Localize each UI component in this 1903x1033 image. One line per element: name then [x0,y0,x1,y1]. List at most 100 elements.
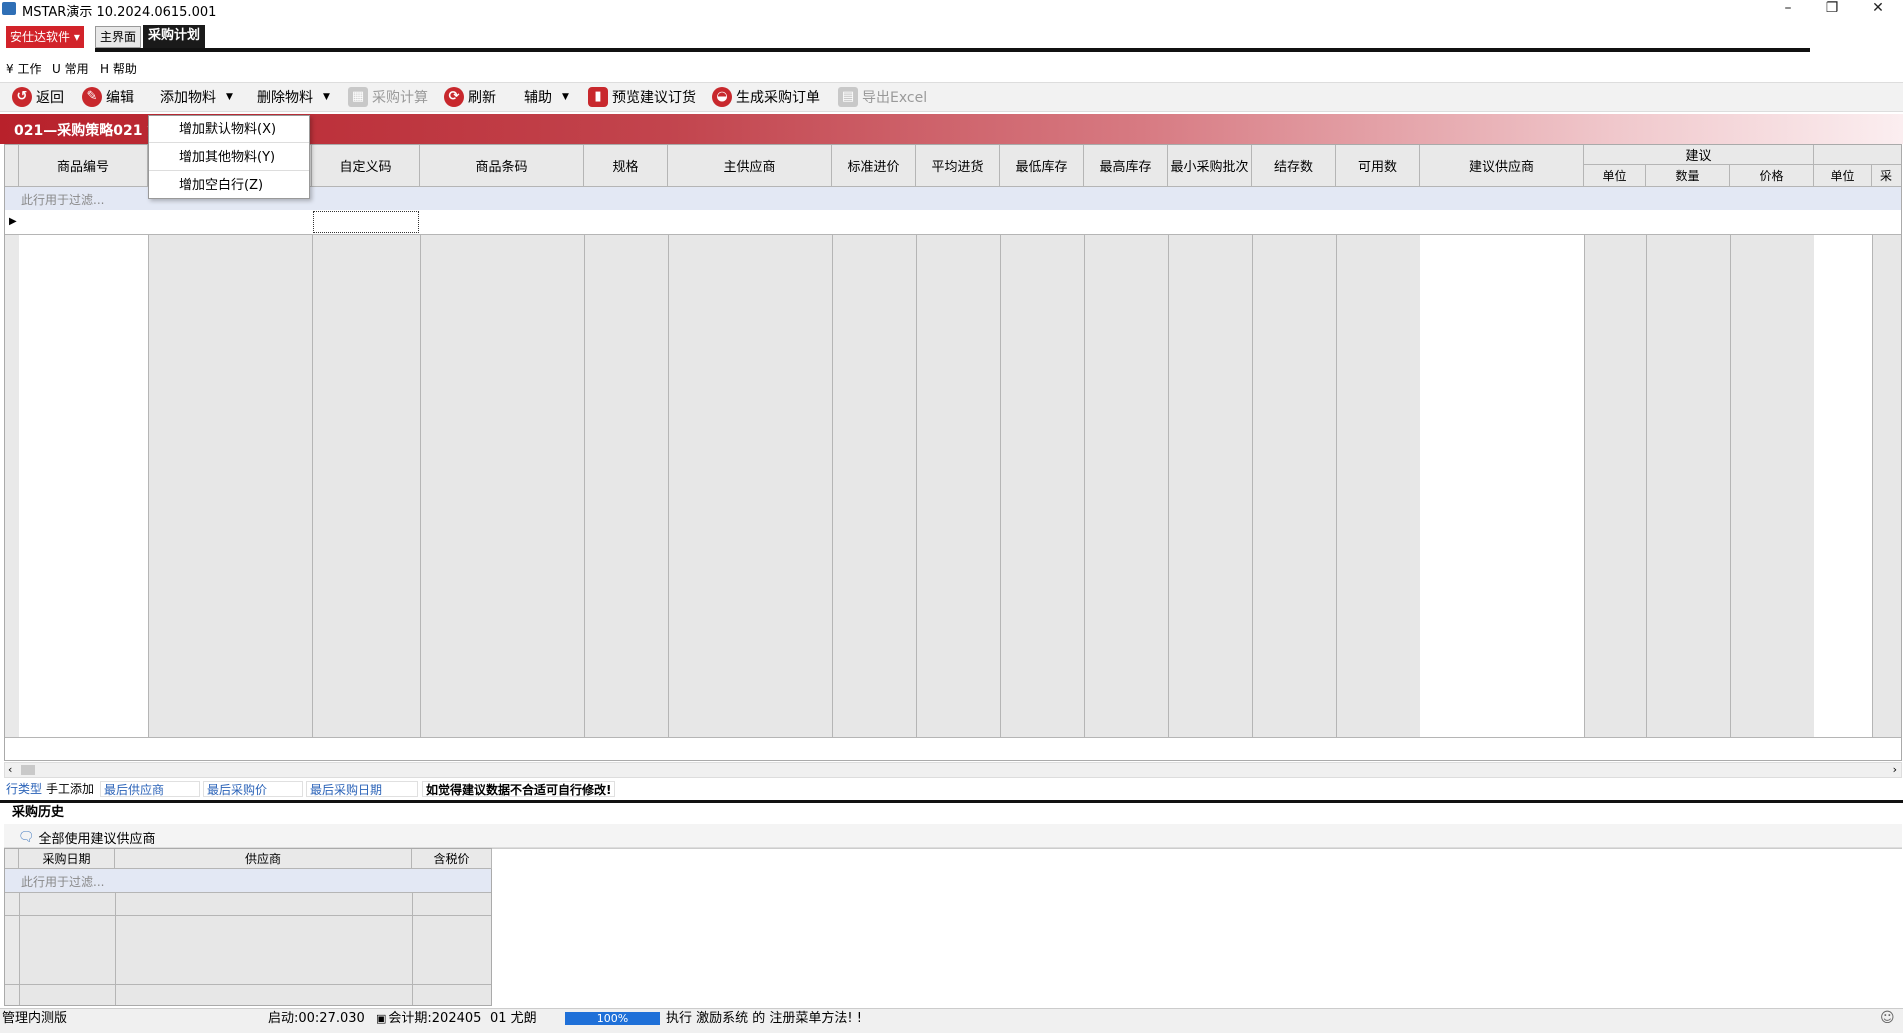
row-pointer-icon: ▶ [9,216,17,227]
minimize-button[interactable]: – [1766,0,1810,18]
header-available[interactable]: 可用数 [1336,145,1420,187]
export-excel-button[interactable]: ▤ 导出Excel [838,85,927,109]
header-main-supplier[interactable]: 主供应商 [668,145,832,187]
header-avg-purchase[interactable]: 平均进货 [916,145,1000,187]
history-grid[interactable]: 此行用于过滤... 采购日期 供应商 含税价 [4,848,493,1006]
header-unit[interactable]: 单位 [1584,165,1646,187]
tab-purchase-plan[interactable]: 采购计划 [143,25,205,48]
edit-button[interactable]: ✎ 编辑 [82,85,134,109]
pencil-icon: ✎ [82,87,102,107]
column-body [1730,145,1815,760]
header-supplier[interactable]: 供应商 [115,849,412,869]
export-label: 导出Excel [862,90,928,106]
header-price[interactable]: 价格 [1730,165,1814,187]
header-standard-price[interactable]: 标准进价 [832,145,916,187]
chevron-down-icon: ▼ [562,92,569,102]
delete-material-button[interactable]: 删除物料 ▼ [257,85,330,109]
back-button[interactable]: ↺ 返回 [12,85,64,109]
history-divider [0,800,1903,803]
menu-work[interactable]: ¥ 工作 [6,60,41,77]
delete-material-label: 删除物料 [257,90,313,106]
header-group-empty [1814,145,1901,165]
window-title: MSTAR演示 10.2024.0615.001 [22,5,217,20]
header-unit-2[interactable]: 单位 [1814,165,1872,187]
row-indicator-column [5,145,20,760]
filter-placeholder[interactable]: 此行用于过滤... [21,873,104,890]
close-button[interactable]: ✕ [1856,0,1900,18]
title-bar [0,0,1903,18]
cart-icon: ◒ [712,87,732,107]
column-body [1168,145,1253,760]
column-body [312,145,421,760]
brand-menu[interactable]: 安仕达软件 ▾ [6,26,84,48]
add-material-dropdown: 增加默认物料(X) 增加其他物料(Y) 增加空白行(Z) [148,115,310,199]
last-date-label: 最后采购日期 [306,781,418,797]
chevron-down-icon: ▼ [323,92,330,102]
header-suggested-supplier[interactable]: 建议供应商 [1420,145,1584,187]
column-body [420,145,585,760]
column-body [148,145,313,760]
add-material-button[interactable]: 添加物料 ▼ [160,85,233,109]
table-row[interactable] [5,210,1901,235]
menu-item-add-other[interactable]: 增加其他物料(Y) [149,144,309,171]
menu-item-add-blank[interactable]: 增加空白行(Z) [149,172,309,199]
generate-order-button[interactable]: ◒ 生成采购订单 [712,85,820,109]
excel-icon: ▤ [838,87,858,107]
header-purchase-date[interactable]: 采购日期 [19,849,115,869]
column-body [832,145,917,760]
header-corner [5,145,19,187]
last-supplier-label: 最后供应商 [100,781,200,797]
header-tax-price[interactable]: 含税价 [412,849,492,869]
horizontal-scrollbar[interactable]: ‹ › [4,762,1902,778]
header-balance[interactable]: 结存数 [1252,145,1336,187]
assist-label: 辅助 [524,90,552,106]
column-body [1336,145,1421,760]
summary-row [5,737,1901,760]
header-barcode[interactable]: 商品条码 [420,145,584,187]
menu-item-add-default[interactable]: 增加默认物料(X) [149,116,309,143]
preview-order-button[interactable]: ▮ 预览建议订货 [588,85,696,109]
filter-placeholder[interactable]: 此行用于过滤... [21,191,104,208]
row-type-label: 行类型 [6,782,43,796]
focused-cell[interactable] [313,211,419,233]
back-label: 返回 [36,90,64,106]
calculator-icon: ▦ [348,87,368,107]
scroll-right-icon[interactable]: › [1893,763,1897,776]
refresh-button[interactable]: ⟳ 刷新 [444,85,496,109]
column-body [584,145,669,760]
header-group-suggestion: 建议 [1584,145,1814,165]
column-body [1084,145,1169,760]
header-purchase-truncated[interactable]: 采 [1872,165,1901,187]
restore-button[interactable]: ❐ [1810,0,1854,18]
header-max-stock[interactable]: 最高库存 [1084,145,1168,187]
header-min-batch[interactable]: 最小采购批次 [1168,145,1252,187]
plan-grid[interactable]: 此行用于过滤... ▶ 商品编号 自定义码 商品条码 规格 主供应商 标准进价 … [4,144,1902,761]
header-spec[interactable]: 规格 [584,145,668,187]
period-label: 会计期:202405 [388,1011,482,1026]
assist-button[interactable]: 辅助 ▼ [524,85,569,109]
calculate-button[interactable]: ▦ 采购计算 [348,85,428,109]
use-all-label: 全部使用建议供应商 [38,832,156,847]
tab-main[interactable]: 主界面 [95,26,141,48]
notice-text: 如觉得建议数据不合适可自行修改! [422,781,616,797]
tray-icon[interactable]: ☺ [1880,1010,1895,1026]
tab-underline [95,48,1810,52]
status-period: ▣ 会计期:202405 [376,1010,481,1028]
menu-help[interactable]: H 帮助 [100,60,137,77]
tab-purchase-history[interactable]: 采购历史 [4,803,88,823]
calculate-label: 采购计算 [372,90,428,106]
scroll-left-icon[interactable]: ‹ [8,763,12,776]
column-body [1872,145,1901,760]
header-product-code[interactable]: 商品编号 [19,145,148,187]
header-custom-code[interactable]: 自定义码 [312,145,420,187]
menu-common[interactable]: U 常用 [52,60,89,77]
column-body [916,145,1001,760]
column-body [668,145,833,760]
preview-label: 预览建议订货 [612,90,696,106]
use-all-suggested-button[interactable]: 🗨 全部使用建议供应商 [18,828,156,847]
header-min-stock[interactable]: 最低库存 [1000,145,1084,187]
status-startup: 启动:00:27.030 [268,1011,365,1026]
scroll-thumb[interactable] [21,765,35,775]
progress-bar: 100% [565,1012,660,1025]
header-quantity[interactable]: 数量 [1646,165,1730,187]
